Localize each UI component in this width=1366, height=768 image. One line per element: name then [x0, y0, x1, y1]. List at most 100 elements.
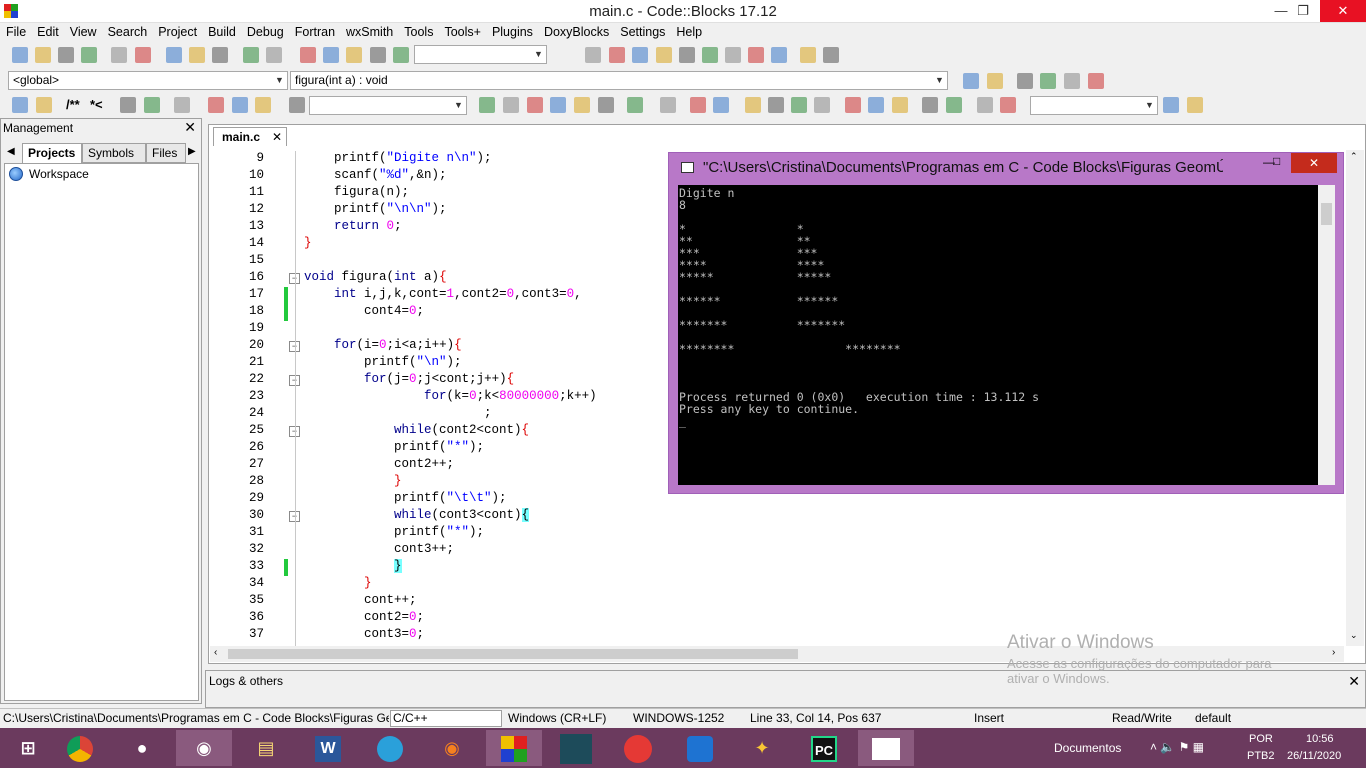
keyboard-layout[interactable]: PTB2	[1247, 750, 1275, 762]
toolbar-icon[interactable]	[814, 97, 830, 113]
editor-tab-main-c[interactable]: main.c ✕	[213, 127, 287, 146]
code-line[interactable]: cont3=0;	[304, 627, 424, 641]
toolbar-icon[interactable]	[35, 47, 51, 63]
toolbar-icon[interactable]	[174, 97, 190, 113]
toolbar-icon[interactable]	[208, 97, 224, 113]
toolbar-icon[interactable]	[1088, 73, 1104, 89]
scope-select[interactable]: <global> ▼	[8, 71, 288, 90]
code-line[interactable]: for(j=0;j<cont;j++){	[304, 372, 514, 386]
toolbar-icon[interactable]	[144, 97, 160, 113]
chrome-icon[interactable]	[52, 730, 108, 766]
toolbar-icon[interactable]	[690, 97, 706, 113]
file-explorer-icon[interactable]: ▤	[238, 730, 294, 766]
toolbar-icon[interactable]	[255, 97, 271, 113]
code-line[interactable]: cont2=0;	[304, 610, 424, 624]
toolbar-icon[interactable]	[289, 97, 305, 113]
code-line[interactable]: for(k=0;k<80000000;k++)	[304, 389, 597, 403]
code-line[interactable]: ;	[304, 406, 492, 420]
toolbar-icon[interactable]	[1040, 73, 1056, 89]
toolbar-icon[interactable]	[36, 97, 52, 113]
management-close-icon[interactable]: ✕	[184, 119, 196, 136]
code-line[interactable]: while(cont3<cont){	[304, 508, 530, 522]
toolbar-icon[interactable]	[135, 47, 151, 63]
toolbar-icon[interactable]	[748, 47, 764, 63]
tab-close-icon[interactable]: ✕	[272, 128, 282, 146]
code-line[interactable]: while(cont2<cont){	[304, 423, 529, 437]
code-line[interactable]: return 0;	[304, 219, 402, 233]
book-icon[interactable]	[548, 730, 604, 766]
gimp-icon[interactable]: ●	[114, 730, 170, 766]
toolbar-icon[interactable]	[111, 47, 127, 63]
toolbar-icon[interactable]	[892, 97, 908, 113]
toolbar-icon[interactable]	[598, 97, 614, 113]
toolbar-icon[interactable]	[987, 73, 1003, 89]
toolbar-icon[interactable]	[868, 97, 884, 113]
toolbar-icon[interactable]	[212, 47, 228, 63]
presentation-icon[interactable]	[858, 730, 914, 766]
console-maximize-button[interactable]: □	[1273, 154, 1280, 168]
tab-left-arrow-icon[interactable]: ◀	[7, 146, 15, 157]
toolbar-icon[interactable]	[120, 97, 136, 113]
toolbar-icon[interactable]	[922, 97, 938, 113]
toolbar-icon[interactable]	[1163, 97, 1179, 113]
code-line[interactable]: printf("Digite n\n");	[304, 151, 492, 165]
code-line[interactable]: for(i=0;i<a;i++){	[304, 338, 462, 352]
code-line[interactable]: printf("\n\n");	[304, 202, 447, 216]
toolbar-icon[interactable]	[656, 47, 672, 63]
toolbar-icon[interactable]	[58, 47, 74, 63]
menu-settings[interactable]: Settings	[614, 23, 670, 42]
tab-right-arrow-icon[interactable]: ▶	[188, 146, 196, 157]
toolbar-icon[interactable]	[81, 47, 97, 63]
menu-build[interactable]: Build	[202, 23, 241, 42]
toolbar-icon[interactable]	[232, 97, 248, 113]
restore-button[interactable]: ❐	[1288, 0, 1318, 22]
editor-vertical-scrollbar[interactable]: ⌃ ⌄	[1346, 150, 1364, 646]
comment-button[interactable]: /**	[66, 97, 80, 112]
menu-doxyblocks[interactable]: DoxyBlocks	[538, 23, 614, 42]
start-button[interactable]: ⊞	[0, 730, 56, 766]
word-icon[interactable]: W	[300, 730, 356, 766]
toolbar-icon[interactable]	[166, 47, 182, 63]
toolbar-icon[interactable]	[632, 47, 648, 63]
menu-project[interactable]: Project	[152, 23, 202, 42]
menu-tools[interactable]: Tools	[398, 23, 438, 42]
toolbar-icon[interactable]	[963, 73, 979, 89]
toolbar-icon[interactable]	[503, 97, 519, 113]
menu-plugins[interactable]: Plugins	[486, 23, 538, 42]
toolbar-icon[interactable]	[1064, 73, 1080, 89]
code-line[interactable]: cont2++;	[304, 457, 454, 471]
code-line[interactable]: }	[304, 576, 372, 590]
codeblocks-taskbar-icon[interactable]	[486, 730, 542, 766]
code-line[interactable]: }	[304, 236, 312, 250]
toolbar-icon[interactable]	[243, 47, 259, 63]
recorder-icon[interactable]	[610, 730, 666, 766]
onedrive-icon[interactable]	[672, 730, 728, 766]
console-scrollbar[interactable]	[1318, 185, 1335, 485]
tray-icons[interactable]: ˄ 🔈 ⚑ ▦	[1150, 740, 1204, 754]
toolbar-icon[interactable]	[527, 97, 543, 113]
tab-symbols[interactable]: Symbols	[82, 143, 146, 163]
toolbar-icon[interactable]	[346, 47, 362, 63]
toolbar-icon[interactable]	[791, 97, 807, 113]
code-line[interactable]: printf("\n");	[304, 355, 462, 369]
toolbar-icon[interactable]	[1000, 97, 1016, 113]
toolbar-icon[interactable]	[12, 97, 28, 113]
toolbar-icon[interactable]	[266, 47, 282, 63]
toolbar-icon[interactable]	[370, 47, 386, 63]
menu-edit[interactable]: Edit	[31, 23, 64, 42]
toolbar-icon[interactable]	[977, 97, 993, 113]
menu-help[interactable]: Help	[670, 23, 707, 42]
code-line[interactable]: void figura(int a){	[304, 270, 447, 284]
toolbar-icon[interactable]	[845, 97, 861, 113]
menu-toolsplus[interactable]: Tools+	[438, 23, 485, 42]
toolbar-icon[interactable]	[393, 47, 409, 63]
blender-icon[interactable]: ◉	[424, 730, 480, 766]
toolbar-icon[interactable]	[609, 47, 625, 63]
code-line[interactable]: cont3++;	[304, 542, 454, 556]
toolbar-icon[interactable]	[745, 97, 761, 113]
paint-icon[interactable]: ◉	[176, 730, 232, 766]
code-line[interactable]: }	[304, 474, 402, 488]
menu-fortran[interactable]: Fortran	[289, 23, 340, 42]
toolbar-icon[interactable]	[585, 47, 601, 63]
toolbar-icon[interactable]	[713, 97, 729, 113]
